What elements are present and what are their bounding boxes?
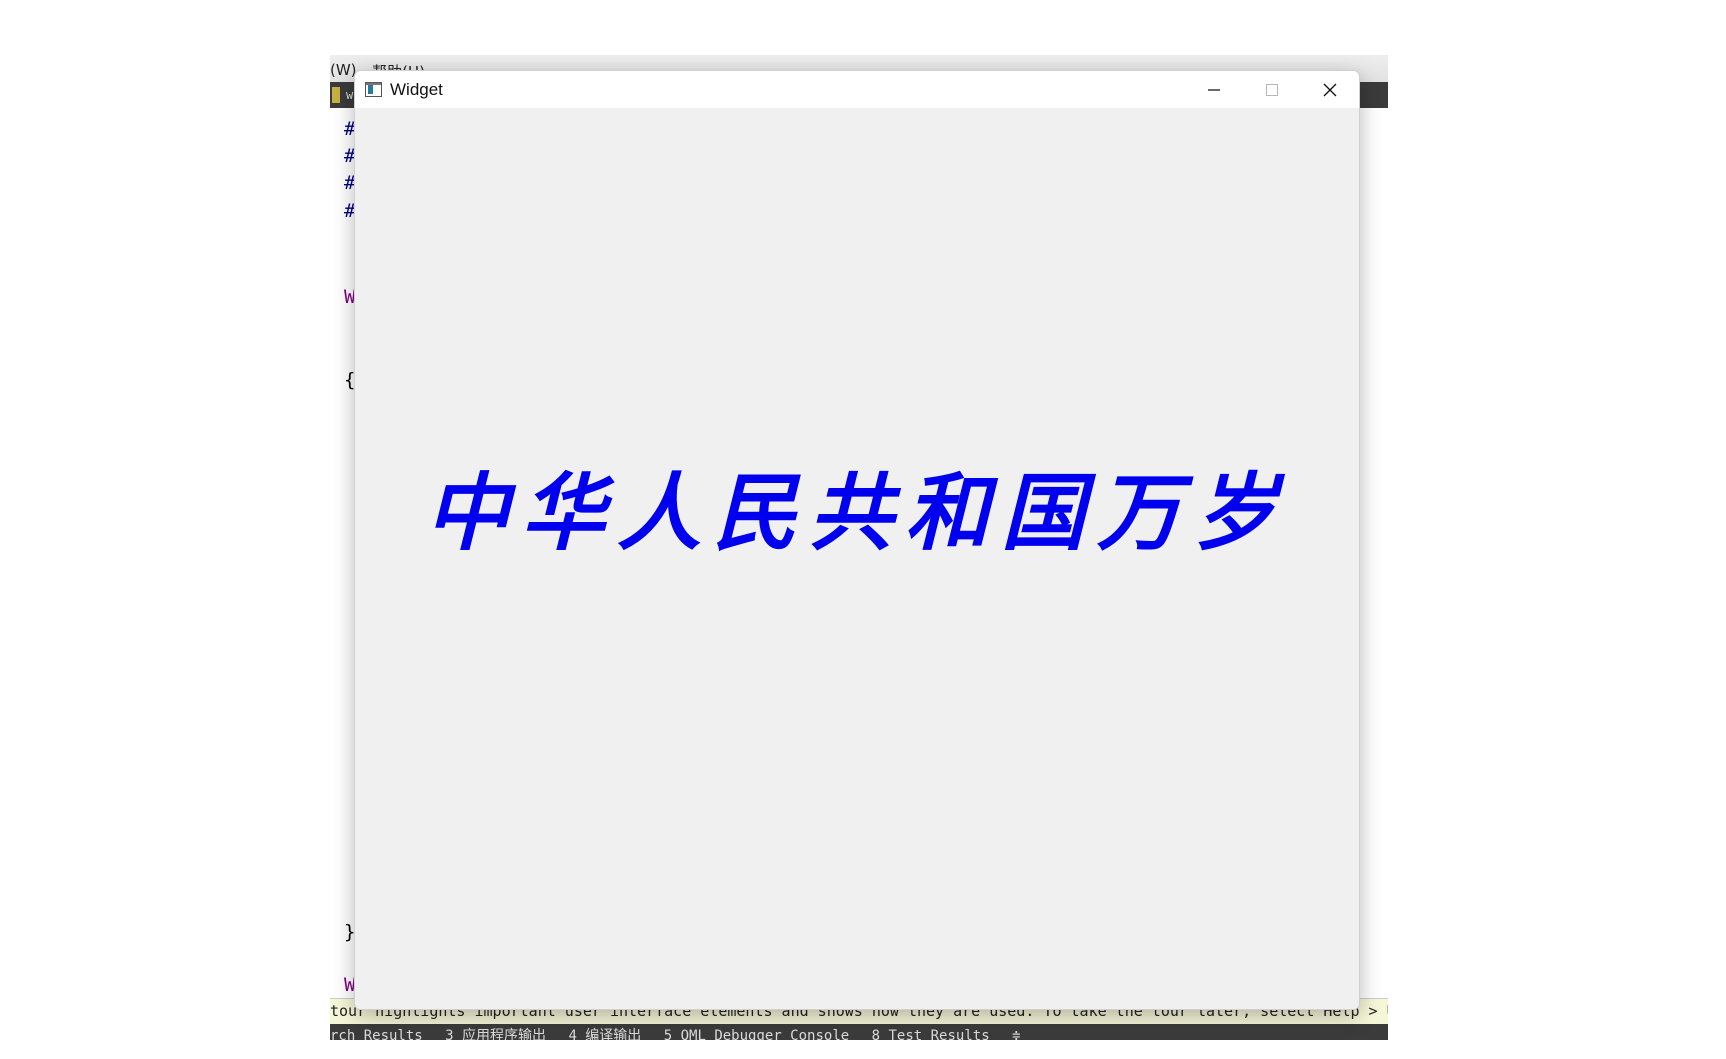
minimize-button[interactable] — [1185, 71, 1243, 108]
pane-qml-debugger-console[interactable]: 5 QML Debugger Console — [664, 1028, 849, 1040]
window-titlebar[interactable]: Widget — [355, 71, 1359, 108]
calligraphy-text-label: 中华人民共和国万岁 — [424, 463, 1289, 562]
qt-widget-app-icon — [365, 82, 382, 97]
pane-search-results[interactable]: rch Results — [330, 1028, 423, 1040]
ide-menu-window[interactable]: (W) — [330, 61, 357, 79]
maximize-button[interactable] — [1243, 71, 1301, 108]
ide-editor-tab[interactable]: w — [346, 88, 353, 102]
file-icon — [332, 87, 340, 103]
minimize-icon — [1208, 88, 1220, 91]
panes-menu-button[interactable]: ≑ — [1012, 1028, 1020, 1040]
widget-content-area: 中华人民共和国万岁 — [355, 108, 1359, 1009]
pane-compile-output[interactable]: 4 编译输出 — [568, 1028, 641, 1040]
pane-application-output[interactable]: 3 应用程序输出 — [445, 1028, 546, 1040]
output-panes-bar: rch Results 3 应用程序输出 4 编译输出 5 QML Debugg… — [330, 1024, 1388, 1040]
pane-test-results[interactable]: 8 Test Results — [872, 1028, 990, 1040]
widget-window: Widget 中华人民共和国万岁 — [354, 70, 1360, 1010]
maximize-icon — [1266, 83, 1278, 96]
close-button[interactable] — [1301, 71, 1359, 108]
window-title: Widget — [390, 80, 443, 99]
close-icon — [1323, 83, 1337, 96]
